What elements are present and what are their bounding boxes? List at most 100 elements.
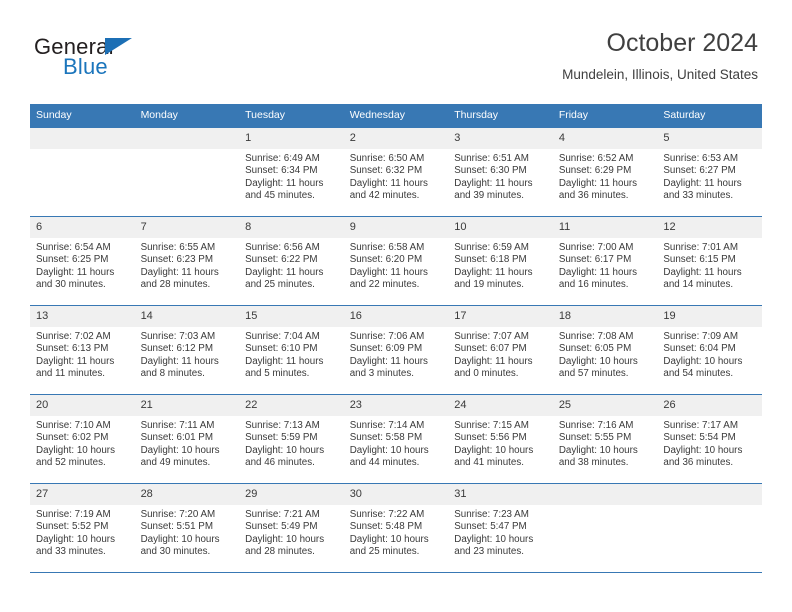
day-details: Sunrise: 7:13 AM Sunset: 5:59 PM Daylight:… xyxy=(239,416,344,470)
logo-triangle-icon xyxy=(105,38,132,55)
day-detail-daylight1: Daylight: 11 hours xyxy=(558,266,638,278)
day-detail-sunrise: Sunrise: 7:21 AM xyxy=(245,509,320,520)
day-cell: 27 Sunrise: 7:19 AM Sunset: 5:52 PM Dayligh… xyxy=(30,484,135,572)
weekday-header-wednesday: Wednesday xyxy=(343,104,449,128)
day-number: 26 xyxy=(657,395,762,416)
day-cell: 30 Sunrise: 7:22 AM Sunset: 5:48 PM Dayligh… xyxy=(343,484,449,572)
day-details: Sunrise: 6:53 AM Sunset: 6:27 PM Daylight:… xyxy=(657,149,762,203)
day-cell: 5 Sunrise: 6:53 AM Sunset: 6:27 PM Daylight… xyxy=(657,128,762,216)
day-number: 11 xyxy=(552,217,658,238)
calendar-cell[interactable]: 28 Sunrise: 7:20 AM Sunset: 5:51 PM Dayligh… xyxy=(134,483,240,573)
day-detail-daylight2: and 42 minutes. xyxy=(349,190,420,202)
calendar-cell[interactable]: 17 Sunrise: 7:07 AM Sunset: 6:07 PM Dayligh… xyxy=(448,305,553,395)
day-detail-sunrise: Sunrise: 7:15 AM xyxy=(454,420,529,431)
calendar-cell[interactable]: 27 Sunrise: 7:19 AM Sunset: 5:52 PM Dayligh… xyxy=(30,483,135,573)
day-detail-sunrise: Sunrise: 7:14 AM xyxy=(349,420,425,431)
day-number: 22 xyxy=(239,395,344,416)
day-details: Sunrise: 6:55 AM Sunset: 6:23 PM Daylight:… xyxy=(135,238,240,292)
calendar-cell[interactable]: 30 Sunrise: 7:22 AM Sunset: 5:48 PM Dayligh… xyxy=(343,483,449,573)
day-details: Sunrise: 7:08 AM Sunset: 6:05 PM Daylight:… xyxy=(553,327,658,381)
day-cell: 28 Sunrise: 7:20 AM Sunset: 5:51 PM Dayligh… xyxy=(134,484,240,572)
calendar-cell[interactable]: 6 Sunrise: 6:54 AM Sunset: 6:25 PM Daylight… xyxy=(30,216,135,306)
day-cell: 25 Sunrise: 7:16 AM Sunset: 5:55 PM Dayligh… xyxy=(552,395,658,483)
day-detail-daylight1: Daylight: 10 hours xyxy=(454,533,534,545)
empty-cell xyxy=(134,128,240,216)
day-detail-sunset: Sunset: 6:07 PM xyxy=(454,343,527,355)
calendar-cell[interactable]: 25 Sunrise: 7:16 AM Sunset: 5:55 PM Dayligh… xyxy=(552,394,658,484)
day-number: 21 xyxy=(134,395,240,416)
general-blue-logo: General Blue xyxy=(34,34,214,90)
calendar-cell xyxy=(552,483,658,573)
calendar-cell[interactable]: 22 Sunrise: 7:13 AM Sunset: 5:59 PM Dayligh… xyxy=(239,394,344,484)
day-detail-sunrise: Sunrise: 7:10 AM xyxy=(36,420,111,431)
calendar-cell[interactable]: 9 Sunrise: 6:58 AM Sunset: 6:20 PM Daylight… xyxy=(343,216,449,306)
day-number: 9 xyxy=(343,217,449,238)
day-number: 23 xyxy=(343,395,449,416)
calendar-cell[interactable]: 8 Sunrise: 6:56 AM Sunset: 6:22 PM Daylight… xyxy=(239,216,344,306)
calendar-cell[interactable]: 24 Sunrise: 7:15 AM Sunset: 5:56 PM Dayligh… xyxy=(448,394,553,484)
day-detail-sunset: Sunset: 6:01 PM xyxy=(140,432,213,444)
day-number: 30 xyxy=(343,484,449,505)
weekday-header-tuesday: Tuesday xyxy=(239,104,344,128)
day-detail-sunset: Sunset: 6:17 PM xyxy=(558,254,632,266)
day-detail-daylight2: and 36 minutes. xyxy=(663,457,734,469)
day-number: 31 xyxy=(448,484,553,505)
day-detail-sunrise: Sunrise: 6:55 AM xyxy=(140,242,216,253)
day-detail-sunset: Sunset: 6:23 PM xyxy=(140,254,213,266)
calendar-cell[interactable]: 13 Sunrise: 7:02 AM Sunset: 6:13 PM Dayligh… xyxy=(30,305,135,395)
calendar-cell[interactable]: 31 Sunrise: 7:23 AM Sunset: 5:47 PM Dayligh… xyxy=(448,483,553,573)
day-cell: 21 Sunrise: 7:11 AM Sunset: 6:01 PM Dayligh… xyxy=(134,395,240,483)
day-number xyxy=(134,128,240,149)
day-detail-daylight2: and 22 minutes. xyxy=(349,279,420,291)
calendar-cell[interactable]: 23 Sunrise: 7:14 AM Sunset: 5:58 PM Dayligh… xyxy=(343,394,449,484)
day-details: Sunrise: 7:09 AM Sunset: 6:04 PM Daylight:… xyxy=(657,327,762,381)
day-detail-sunset: Sunset: 5:55 PM xyxy=(558,432,632,444)
day-detail-daylight1: Daylight: 11 hours xyxy=(349,355,428,367)
day-number: 14 xyxy=(134,306,240,327)
day-detail-daylight1: Daylight: 10 hours xyxy=(245,533,325,545)
day-detail-daylight1: Daylight: 11 hours xyxy=(36,266,115,278)
calendar-cell xyxy=(30,127,135,217)
calendar-cell[interactable]: 18 Sunrise: 7:08 AM Sunset: 6:05 PM Dayligh… xyxy=(552,305,658,395)
day-detail-daylight1: Daylight: 10 hours xyxy=(663,355,743,367)
calendar-cell[interactable]: 10 Sunrise: 6:59 AM Sunset: 6:18 PM Dayligh… xyxy=(448,216,553,306)
day-detail-sunrise: Sunrise: 6:59 AM xyxy=(454,242,529,253)
calendar-cell[interactable]: 11 Sunrise: 7:00 AM Sunset: 6:17 PM Dayligh… xyxy=(552,216,658,306)
day-number: 1 xyxy=(239,128,344,149)
calendar-cell[interactable]: 26 Sunrise: 7:17 AM Sunset: 5:54 PM Dayligh… xyxy=(657,394,762,484)
calendar-cell[interactable]: 12 Sunrise: 7:01 AM Sunset: 6:15 PM Dayligh… xyxy=(657,216,762,306)
calendar-week-row: 6 Sunrise: 6:54 AM Sunset: 6:25 PM Daylight… xyxy=(30,216,762,306)
calendar-cell[interactable]: 3 Sunrise: 6:51 AM Sunset: 6:30 PM Daylight… xyxy=(448,127,553,217)
day-details: Sunrise: 7:15 AM Sunset: 5:56 PM Daylight:… xyxy=(448,416,553,470)
calendar-cell[interactable]: 5 Sunrise: 6:53 AM Sunset: 6:27 PM Daylight… xyxy=(657,127,762,217)
calendar-cell[interactable]: 21 Sunrise: 7:11 AM Sunset: 6:01 PM Dayligh… xyxy=(134,394,240,484)
day-cell: 9 Sunrise: 6:58 AM Sunset: 6:20 PM Daylight… xyxy=(343,217,449,305)
calendar-cell[interactable]: 15 Sunrise: 7:04 AM Sunset: 6:10 PM Dayligh… xyxy=(239,305,344,395)
calendar-cell[interactable]: 2 Sunrise: 6:50 AM Sunset: 6:32 PM Daylight… xyxy=(343,127,449,217)
day-detail-daylight2: and 23 minutes. xyxy=(454,546,524,558)
calendar-cell[interactable]: 4 Sunrise: 6:52 AM Sunset: 6:29 PM Daylight… xyxy=(552,127,658,217)
day-number: 8 xyxy=(239,217,344,238)
calendar-cell[interactable]: 7 Sunrise: 6:55 AM Sunset: 6:23 PM Daylight… xyxy=(134,216,240,306)
day-detail-daylight1: Daylight: 10 hours xyxy=(36,444,115,456)
day-detail-sunset: Sunset: 5:59 PM xyxy=(245,432,318,444)
calendar-cell[interactable]: 16 Sunrise: 7:06 AM Sunset: 6:09 PM Dayligh… xyxy=(343,305,449,395)
day-detail-daylight1: Daylight: 10 hours xyxy=(349,533,429,545)
day-detail-daylight1: Daylight: 10 hours xyxy=(140,533,220,545)
day-detail-daylight1: Daylight: 11 hours xyxy=(349,266,428,278)
calendar-cell[interactable]: 14 Sunrise: 7:03 AM Sunset: 6:12 PM Dayligh… xyxy=(134,305,240,395)
empty-cell xyxy=(30,128,135,216)
day-details: Sunrise: 7:20 AM Sunset: 5:51 PM Daylight:… xyxy=(135,505,240,559)
day-cell: 7 Sunrise: 6:55 AM Sunset: 6:23 PM Daylight… xyxy=(134,217,240,305)
calendar-cell[interactable]: 1 Sunrise: 6:49 AM Sunset: 6:34 PM Daylight… xyxy=(239,127,344,217)
calendar-cell[interactable]: 29 Sunrise: 7:21 AM Sunset: 5:49 PM Dayligh… xyxy=(239,483,344,573)
day-details: Sunrise: 7:10 AM Sunset: 6:02 PM Daylight:… xyxy=(30,416,135,470)
day-detail-daylight1: Daylight: 10 hours xyxy=(558,355,638,367)
calendar-cell[interactable]: 19 Sunrise: 7:09 AM Sunset: 6:04 PM Dayligh… xyxy=(657,305,762,395)
day-detail-daylight2: and 11 minutes. xyxy=(36,368,105,380)
day-details: Sunrise: 6:49 AM Sunset: 6:34 PM Daylight:… xyxy=(239,149,344,203)
calendar-cell[interactable]: 20 Sunrise: 7:10 AM Sunset: 6:02 PM Dayligh… xyxy=(30,394,135,484)
day-detail-sunrise: Sunrise: 7:03 AM xyxy=(140,331,216,342)
day-detail-daylight1: Daylight: 11 hours xyxy=(454,266,533,278)
day-detail-daylight1: Daylight: 10 hours xyxy=(140,444,220,456)
